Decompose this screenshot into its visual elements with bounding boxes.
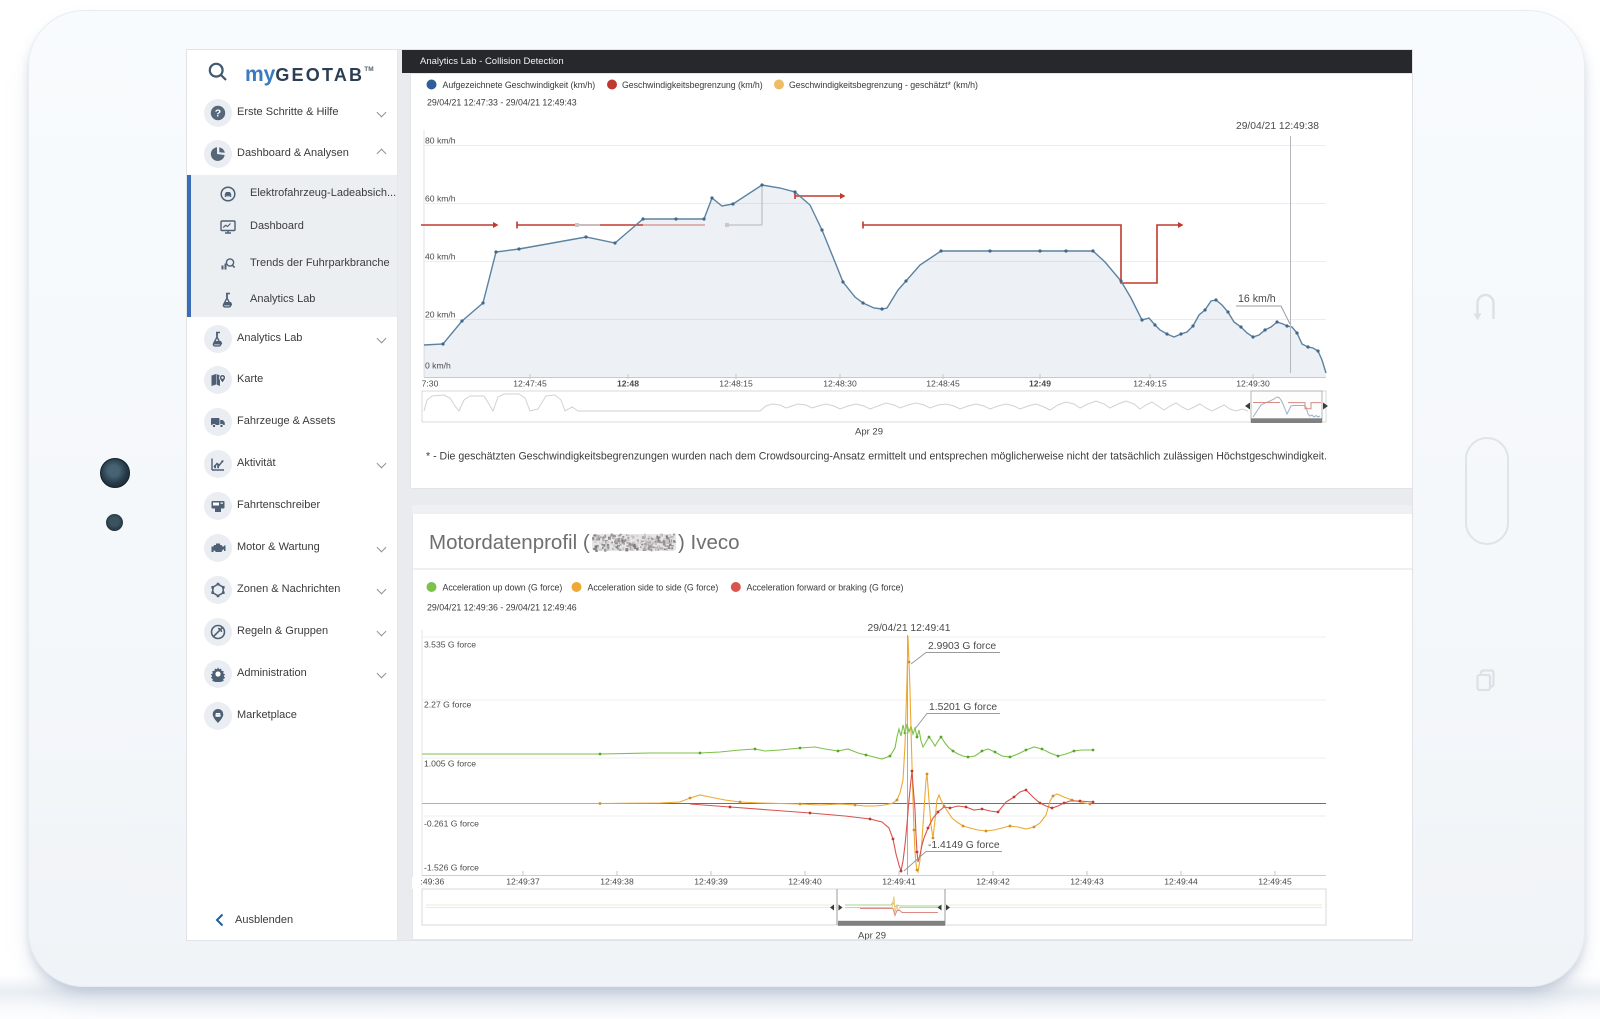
svg-text:12:49:43: 12:49:43 [1070, 877, 1104, 887]
svg-text:12:47:45: 12:47:45 [513, 379, 547, 389]
svg-text:Acceleration forward or brakin: Acceleration forward or braking (G force… [747, 583, 904, 593]
svg-text:12:49:45: 12:49:45 [1258, 877, 1292, 887]
svg-text:1.005 G force: 1.005 G force [424, 759, 476, 769]
svg-text:29/04/21 12:49:41: 29/04/21 12:49:41 [867, 623, 950, 634]
svg-text:12:49:40: 12:49:40 [788, 877, 822, 887]
svg-text:3.535 G force: 3.535 G force [424, 640, 476, 650]
svg-text:Aufgezeichnete Geschwindigkeit: Aufgezeichnete Geschwindigkeit (km/h) [443, 80, 596, 90]
svg-text:29/04/21 12:49:36 - 29/04/21 1: 29/04/21 12:49:36 - 29/04/21 12:49:46 [427, 603, 577, 613]
svg-text:12:48: 12:48 [617, 379, 639, 389]
svg-text:2.27 G force: 2.27 G force [424, 700, 472, 710]
svg-text:12:49:42: 12:49:42 [976, 877, 1010, 887]
svg-text:Acceleration up down (G force): Acceleration up down (G force) [443, 583, 563, 593]
svg-text:1.5201 G force: 1.5201 G force [929, 702, 997, 713]
svg-text:12:48:30: 12:48:30 [823, 379, 857, 389]
svg-text:12:48:45: 12:48:45 [926, 379, 960, 389]
svg-text:Motordatenprofil (: Motordatenprofil ( [429, 531, 590, 554]
svg-text:Apr 29: Apr 29 [855, 427, 883, 438]
svg-text:Apr 29: Apr 29 [858, 931, 886, 941]
svg-text:Acceleration side to side (G f: Acceleration side to side (G force) [588, 583, 719, 593]
svg-text:12:49:38: 12:49:38 [600, 877, 634, 887]
svg-text:12:49:15: 12:49:15 [1133, 379, 1167, 389]
svg-text:12:49:44: 12:49:44 [1164, 877, 1198, 887]
svg-text:29/04/21 12:47:33 - 29/04/21 1: 29/04/21 12:47:33 - 29/04/21 12:49:43 [427, 98, 577, 108]
svg-text:12:49: 12:49 [1029, 379, 1051, 389]
svg-text:40 km/h: 40 km/h [425, 252, 456, 262]
svg-text:16 km/h: 16 km/h [1238, 293, 1276, 305]
svg-text:-1.526 G force: -1.526 G force [424, 863, 479, 873]
svg-text:2.9903 G force: 2.9903 G force [928, 641, 996, 652]
svg-text:) Iveco: ) Iveco [678, 531, 740, 554]
svg-text:7:30: 7:30 [422, 379, 439, 389]
svg-text:Geschwindigkeitsbegrenzung (km: Geschwindigkeitsbegrenzung (km/h) [622, 80, 763, 90]
svg-text:12:49:30: 12:49:30 [1236, 379, 1270, 389]
svg-text:80 km/h: 80 km/h [425, 136, 456, 146]
svg-text:12:49:37: 12:49:37 [506, 877, 540, 887]
svg-text:12:49:41: 12:49:41 [882, 877, 916, 887]
svg-text:* - Die geschätzten Geschwindi: * - Die geschätzten Geschwindigkeitsbegr… [426, 451, 1327, 463]
svg-text:12:49:39: 12:49:39 [694, 877, 728, 887]
svg-text:20 km/h: 20 km/h [425, 310, 456, 320]
svg-text:Geschwindigkeitsbegrenzung - g: Geschwindigkeitsbegrenzung - geschätzt* … [789, 80, 978, 90]
svg-text:-0.261 G force: -0.261 G force [424, 819, 479, 829]
svg-text:29/04/21 12:49:38: 29/04/21 12:49:38 [1236, 121, 1319, 132]
svg-text:0 km/h: 0 km/h [425, 361, 451, 371]
svg-text:12:48:15: 12:48:15 [719, 379, 753, 389]
svg-text:-1.4149 G force: -1.4149 G force [928, 840, 1000, 851]
svg-text:60 km/h: 60 km/h [425, 194, 456, 204]
svg-text:?: ? [215, 108, 221, 120]
